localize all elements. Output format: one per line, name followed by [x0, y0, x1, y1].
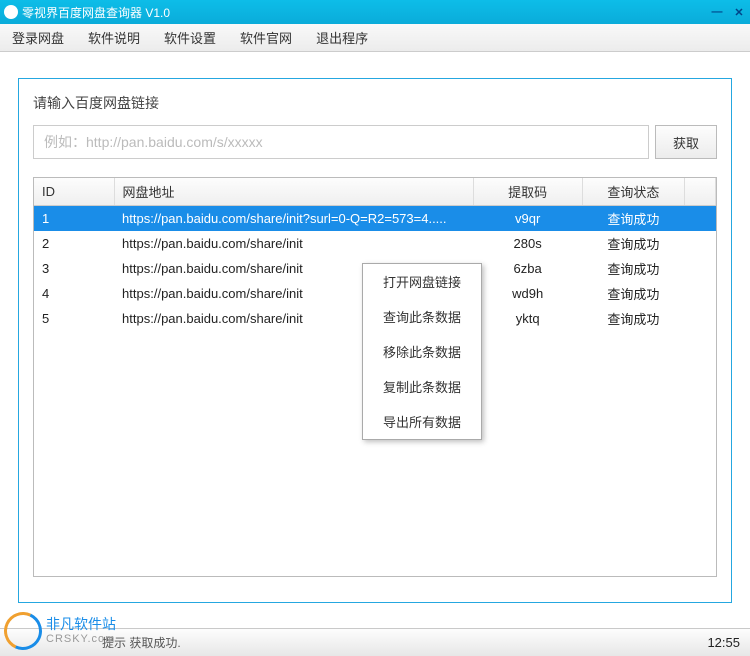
prompt-label: 请输入百度网盘链接: [33, 93, 717, 113]
cell-status: 查询成功: [582, 256, 685, 281]
cell-id: 4: [34, 281, 114, 306]
cell-code: yktq: [473, 306, 582, 331]
col-header-url[interactable]: 网盘地址: [114, 178, 473, 206]
menu-settings[interactable]: 软件设置: [160, 26, 220, 49]
window-title: 零视界百度网盘查询器 V1.0: [22, 4, 170, 21]
watermark-en: CRSKY.com: [46, 633, 116, 645]
main-panel: 请输入百度网盘链接 获取 ID 网盘地址 提取码 查询状态 1https://p…: [18, 78, 732, 603]
table-row[interactable]: 2https://pan.baidu.com/share/init280s查询成…: [34, 231, 716, 256]
table-header-row: ID 网盘地址 提取码 查询状态: [34, 178, 716, 206]
cell-id: 1: [34, 206, 114, 232]
cell-code: wd9h: [473, 281, 582, 306]
watermark-text: 非凡软件站 CRSKY.com: [46, 617, 116, 644]
url-input[interactable]: [33, 125, 649, 159]
cell-status: 查询成功: [582, 206, 685, 232]
menu-bar: 登录网盘 软件说明 软件设置 软件官网 退出程序: [0, 24, 750, 52]
table-row[interactable]: 1https://pan.baidu.com/share/init?surl=0…: [34, 206, 716, 232]
title-bar: 零视界百度网盘查询器 V1.0 — ✕: [0, 0, 750, 24]
cell-spacer: [685, 256, 716, 281]
col-header-spacer: [685, 178, 716, 206]
app-icon: [4, 5, 18, 19]
col-header-status[interactable]: 查询状态: [582, 178, 685, 206]
cell-code: v9qr: [473, 206, 582, 232]
ctx-export-all[interactable]: 导出所有数据: [363, 404, 481, 439]
input-row: 获取: [33, 125, 717, 159]
cell-spacer: [685, 306, 716, 331]
cell-url: https://pan.baidu.com/share/init?surl=0-…: [114, 206, 473, 232]
cell-id: 5: [34, 306, 114, 331]
menu-login[interactable]: 登录网盘: [8, 26, 68, 49]
title-bar-left: 零视界百度网盘查询器 V1.0: [4, 4, 170, 21]
cell-spacer: [685, 206, 716, 232]
cell-id: 2: [34, 231, 114, 256]
cell-spacer: [685, 281, 716, 306]
context-menu: 打开网盘链接 查询此条数据 移除此条数据 复制此条数据 导出所有数据: [362, 263, 482, 440]
fetch-button[interactable]: 获取: [655, 125, 717, 159]
status-message-text: 获取成功.: [129, 636, 180, 650]
watermark: 非凡软件站 CRSKY.com: [4, 612, 116, 650]
ctx-open-link[interactable]: 打开网盘链接: [363, 264, 481, 299]
content-area: 请输入百度网盘链接 获取 ID 网盘地址 提取码 查询状态 1https://p…: [0, 52, 750, 628]
cell-status: 查询成功: [582, 231, 685, 256]
ctx-copy-row[interactable]: 复制此条数据: [363, 369, 481, 404]
cell-status: 查询成功: [582, 306, 685, 331]
cell-id: 3: [34, 256, 114, 281]
menu-website[interactable]: 软件官网: [236, 26, 296, 49]
cell-code: 6zba: [473, 256, 582, 281]
cell-status: 查询成功: [582, 281, 685, 306]
window-controls: — ✕: [710, 5, 746, 19]
ctx-query-row[interactable]: 查询此条数据: [363, 299, 481, 334]
menu-exit[interactable]: 退出程序: [312, 26, 372, 49]
cell-spacer: [685, 231, 716, 256]
cell-code: 280s: [473, 231, 582, 256]
ctx-remove-row[interactable]: 移除此条数据: [363, 334, 481, 369]
cell-url: https://pan.baidu.com/share/init: [114, 231, 473, 256]
col-header-id[interactable]: ID: [34, 178, 114, 206]
watermark-cn: 非凡软件站: [46, 617, 116, 632]
close-button[interactable]: ✕: [732, 5, 746, 19]
menu-about[interactable]: 软件说明: [84, 26, 144, 49]
watermark-logo-icon: [0, 607, 47, 656]
minimize-button[interactable]: —: [710, 5, 724, 19]
status-clock: 12:55: [707, 635, 740, 650]
col-header-code[interactable]: 提取码: [473, 178, 582, 206]
